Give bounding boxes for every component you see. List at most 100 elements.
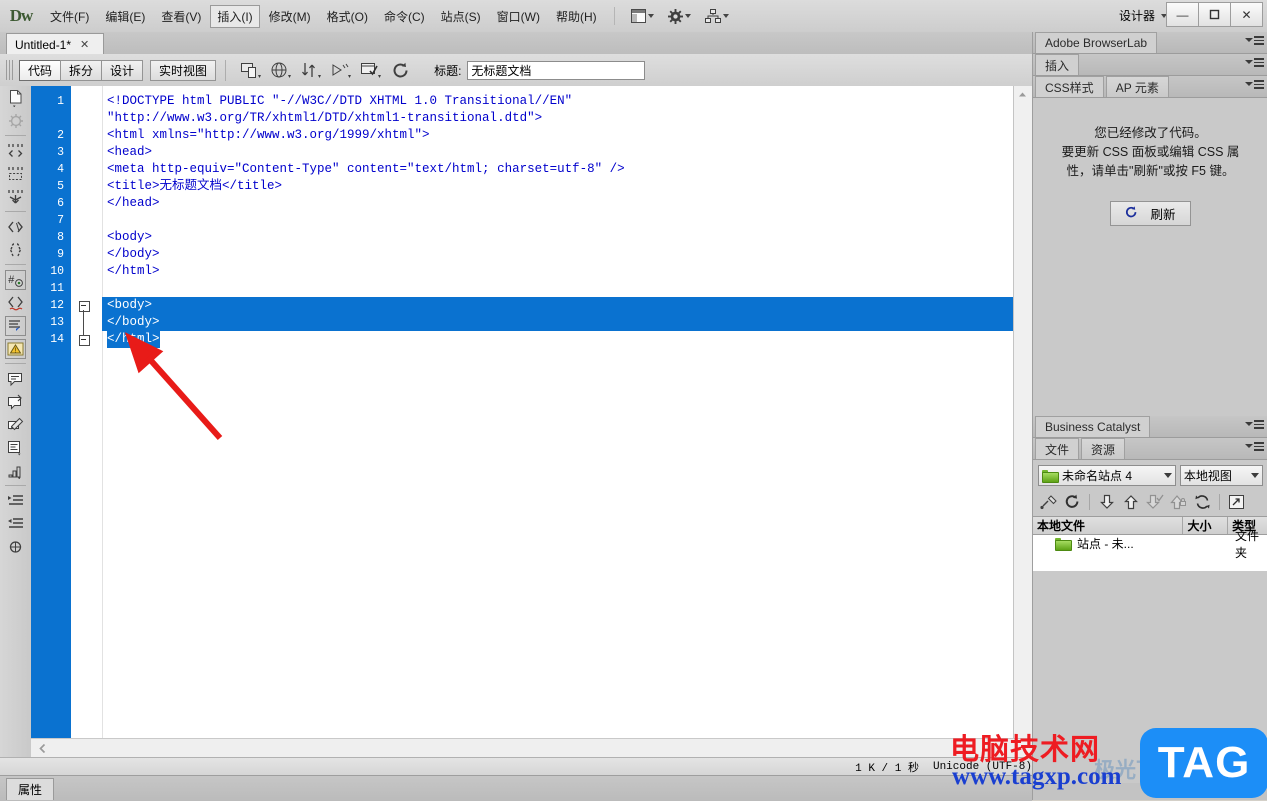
site-tree-icon[interactable] (704, 9, 729, 23)
menu-help[interactable]: 帮助(H) (549, 5, 604, 28)
tab-business-catalyst[interactable]: Business Catalyst (1035, 416, 1151, 437)
line-numbers-icon[interactable]: # (0, 268, 31, 291)
column-size[interactable]: 大小 (1183, 517, 1229, 534)
code-line[interactable]: "http://www.w3.org/TR/xhtml1/DTD/xhtml1-… (31, 110, 1013, 127)
code-line[interactable]: 9 </body> (31, 246, 1013, 263)
extend-gear-icon[interactable] (667, 8, 691, 24)
document-tab-untitled-1[interactable]: Untitled-1* ✕ (6, 33, 104, 55)
document-title-input[interactable] (467, 60, 646, 80)
menu-view[interactable]: 查看(V) (154, 5, 208, 28)
indent-code-icon[interactable] (0, 489, 31, 512)
code-collapse-icon[interactable] (79, 301, 90, 312)
highlight-invalid-code-icon[interactable] (0, 291, 31, 314)
code-line[interactable]: 13 </body> (31, 314, 1013, 331)
menu-edit[interactable]: 编辑(E) (98, 5, 152, 28)
code-line[interactable]: 1 <!DOCTYPE html PUBLIC "-//W3C//DTD XHTM… (31, 93, 1013, 110)
panel-menu-icon[interactable] (1245, 36, 1264, 45)
document-encoding[interactable]: Unicode (UTF-8) (933, 761, 1032, 773)
tab-properties[interactable]: 属性 (6, 778, 55, 800)
recent-snippets-icon[interactable] (0, 413, 31, 436)
tab-insert[interactable]: 插入 (1035, 54, 1080, 75)
file-transfer-icon[interactable] (300, 60, 322, 80)
layout-icon[interactable] (630, 9, 654, 23)
select-parent-tag-icon[interactable] (0, 215, 31, 238)
tab-css-styles[interactable]: CSS样式 (1035, 76, 1104, 97)
menu-insert[interactable]: 插入(I) (210, 4, 260, 28)
editor-vertical-scrollbar[interactable] (1013, 86, 1033, 738)
code-line[interactable]: 11 (31, 280, 1013, 297)
preview-browser-icon[interactable] (270, 60, 292, 80)
menu-site[interactable]: 站点(S) (434, 5, 488, 28)
show-code-hints-icon[interactable] (0, 109, 31, 132)
menu-file[interactable]: 文件(F) (43, 5, 96, 28)
scroll-up-icon[interactable] (1014, 86, 1031, 103)
code-line[interactable]: 14 </html> (31, 331, 1013, 348)
close-button[interactable]: ✕ (1230, 2, 1263, 27)
minimize-button[interactable]: — (1166, 2, 1199, 27)
refresh-icon[interactable] (390, 60, 412, 80)
column-local-files[interactable]: 本地文件 (1033, 517, 1184, 534)
expand-panel-icon[interactable] (1226, 492, 1247, 512)
menu-window[interactable]: 窗口(W) (490, 5, 547, 28)
code-navigator-icon[interactable] (330, 60, 352, 80)
menu-modify[interactable]: 修改(M) (262, 5, 318, 28)
code-line[interactable]: 3 <head> (31, 144, 1013, 161)
code-editor[interactable]: 1 <!DOCTYPE html PUBLIC "-//W3C//DTD XHTM… (31, 86, 1013, 738)
expand-all-icon[interactable] (0, 185, 31, 208)
check-in-icon[interactable] (1168, 492, 1189, 512)
wrap-tag-icon[interactable] (0, 390, 31, 413)
format-source-code-icon[interactable] (0, 459, 31, 482)
code-lines[interactable]: 1 <!DOCTYPE html PUBLIC "-//W3C//DTD XHTM… (31, 93, 1013, 348)
code-line[interactable]: 2 <html xmlns="http://www.w3.org/1999/xht… (31, 127, 1013, 144)
table-row[interactable]: 站点 - 未... 文件夹 (1033, 529, 1267, 560)
scroll-left-icon[interactable] (34, 740, 51, 757)
validate-markup-icon[interactable] (360, 60, 382, 80)
outdent-code-icon[interactable] (0, 512, 31, 535)
panel-header-browserlab[interactable]: Adobe BrowserLab (1033, 32, 1267, 54)
remove-comment-icon[interactable] (0, 367, 31, 390)
tab-files[interactable]: 文件 (1035, 438, 1080, 459)
tab-browserlab[interactable]: Adobe BrowserLab (1035, 32, 1158, 53)
put-files-icon[interactable] (1120, 492, 1141, 512)
highlight-warning-icon[interactable]: ! (0, 337, 31, 360)
apply-comment-icon[interactable] (0, 314, 31, 337)
panel-menu-icon[interactable] (1245, 420, 1264, 429)
code-line[interactable]: 4 <meta http-equiv="Content-Type" content… (31, 161, 1013, 178)
view-button-code[interactable]: 代码 (19, 59, 62, 81)
panel-menu-icon[interactable] (1245, 58, 1264, 67)
toolbar-grip[interactable] (6, 60, 15, 80)
collapse-outside-selection-icon[interactable] (0, 162, 31, 185)
code-line[interactable]: 12 <body> (31, 297, 1013, 314)
code-line[interactable]: 7 (31, 212, 1013, 229)
refresh-icon[interactable] (1062, 492, 1083, 512)
code-collapse-icon[interactable] (79, 335, 90, 346)
panel-header-insert[interactable]: 插入 (1033, 54, 1267, 76)
tab-assets[interactable]: 资源 (1081, 438, 1126, 459)
editor-horizontal-scrollbar[interactable] (31, 738, 1032, 758)
panel-menu-icon[interactable] (1245, 442, 1264, 451)
apply-source-formatting-icon[interactable] (0, 535, 31, 558)
panel-menu-icon[interactable] (1245, 80, 1264, 89)
balance-braces-icon[interactable] (0, 238, 31, 261)
check-out-icon[interactable] (1144, 492, 1165, 512)
multiscreen-icon[interactable] (240, 60, 262, 80)
workspace-switcher[interactable]: 设计器 (1119, 7, 1167, 24)
panel-header-files-group[interactable]: 文件 资源 (1033, 438, 1267, 460)
connect-to-remote-icon[interactable] (1038, 492, 1059, 512)
open-documents-icon[interactable] (0, 86, 31, 109)
synchronize-icon[interactable] (1192, 492, 1213, 512)
code-line[interactable]: 8 <body> (31, 229, 1013, 246)
move-css-rules-icon[interactable] (0, 436, 31, 459)
code-line[interactable]: 5 <title>无标题文档</title> (31, 178, 1013, 195)
close-icon[interactable]: ✕ (80, 38, 89, 51)
menu-commands[interactable]: 命令(C) (377, 5, 432, 28)
code-line[interactable]: 10 </html> (31, 263, 1013, 280)
menu-format[interactable]: 格式(O) (320, 5, 375, 28)
collapse-full-tag-icon[interactable] (0, 139, 31, 162)
tab-ap-elements[interactable]: AP 元素 (1105, 76, 1169, 97)
panel-header-css-group[interactable]: CSS样式 AP 元素 (1033, 76, 1267, 98)
view-button-split[interactable]: 拆分 (60, 59, 103, 81)
refresh-css-button[interactable]: 刷新 (1110, 201, 1191, 226)
view-button-live[interactable]: 实时视图 (150, 59, 217, 81)
view-button-design[interactable]: 设计 (101, 59, 144, 81)
